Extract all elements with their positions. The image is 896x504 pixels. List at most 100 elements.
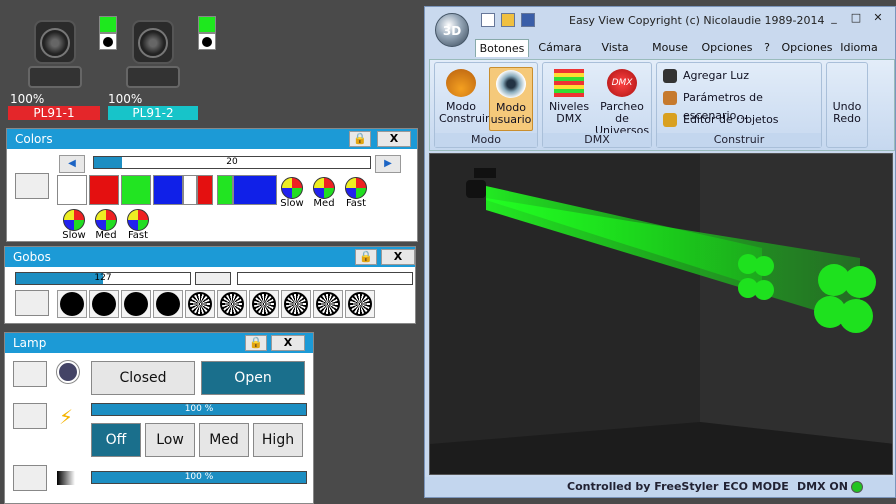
effect-slow-button-2[interactable]: Slow: [59, 209, 89, 241]
color-swatch[interactable]: [57, 175, 87, 205]
parcheo-universos-button[interactable]: DMX Parcheo de Universos: [595, 67, 649, 137]
fade-toggle-button[interactable]: [13, 465, 47, 491]
color-swatch[interactable]: [89, 175, 119, 205]
gobos-toggle-button[interactable]: [15, 290, 49, 316]
gobo-button[interactable]: [89, 290, 119, 318]
gobo-icon: [124, 292, 148, 316]
lock-icon[interactable]: 🔒: [355, 249, 377, 265]
effect-med-button[interactable]: Med: [309, 177, 339, 209]
gobo-button[interactable]: [185, 290, 215, 318]
colors-panel-titlebar[interactable]: Colors 🔒 X: [7, 129, 417, 149]
lamp-panel-titlebar[interactable]: Lamp 🔒 X: [5, 333, 313, 353]
app-orb-button[interactable]: 3D: [435, 13, 469, 47]
dimmer-toggle-button[interactable]: [13, 403, 47, 429]
close-button[interactable]: X: [381, 249, 415, 265]
slider-left-button[interactable]: ◀: [59, 155, 85, 173]
gobo-button[interactable]: [217, 290, 247, 318]
lock-icon[interactable]: 🔒: [349, 131, 371, 147]
gobo-button[interactable]: [249, 290, 279, 318]
eye-icon: [496, 70, 526, 98]
gobo-icon: [220, 292, 244, 316]
help-menu[interactable]: ?: [759, 39, 775, 57]
gobo-button[interactable]: [57, 290, 87, 318]
fixture-2-label[interactable]: PL91-2: [108, 106, 198, 120]
closed-button[interactable]: Closed: [91, 361, 195, 395]
color-swatch[interactable]: [121, 175, 151, 205]
lock-icon[interactable]: 🔒: [245, 335, 267, 351]
shutter-toggle-button[interactable]: [13, 361, 47, 387]
level-off-button[interactable]: Off: [91, 423, 141, 457]
level-high-button[interactable]: High: [253, 423, 303, 457]
tab-mouse[interactable]: Mouse: [647, 39, 693, 57]
gobo-icon: [156, 292, 180, 316]
gobo-icon: [252, 292, 276, 316]
gobo-icon: [284, 292, 308, 316]
group-modo: Modo Construir Modo usuario Modo: [434, 62, 538, 148]
fixture-2-intensity: 100%: [108, 92, 143, 106]
parametros-escenario-button[interactable]: Parámetros de escenario…: [663, 89, 821, 122]
colors-slider[interactable]: 20: [93, 156, 371, 169]
fixture-1-label[interactable]: PL91-1: [8, 106, 100, 120]
color-swatch[interactable]: [153, 175, 183, 205]
gobo-button[interactable]: [281, 290, 311, 318]
gobos-slider-rotation[interactable]: [237, 272, 413, 285]
status-dmx[interactable]: DMX ON: [797, 477, 848, 497]
minimize-button[interactable]: _: [825, 11, 843, 25]
status-controlled: Controlled by FreeStyler: [567, 480, 719, 493]
color-swatch[interactable]: [233, 175, 277, 205]
colors-toggle-button[interactable]: [15, 173, 49, 199]
effect-fast-button-2[interactable]: Fast: [123, 209, 153, 241]
colors-panel: Colors 🔒 X ◀ 20 ▶ Slow Med Fast Slow Med…: [6, 128, 418, 242]
status-eco-mode[interactable]: ECO MODE: [723, 477, 789, 497]
objects-icon: [663, 113, 677, 127]
group-label-dmx: DMX: [543, 133, 651, 147]
level-med-button[interactable]: Med: [199, 423, 249, 457]
gobo-button[interactable]: [313, 290, 343, 318]
effect-slow-button[interactable]: Slow: [277, 177, 307, 209]
gobos-slider[interactable]: 127: [15, 272, 191, 285]
tab-camara[interactable]: Cámara: [535, 39, 585, 57]
effect-fast-button[interactable]: Fast: [341, 177, 371, 209]
gobo-button[interactable]: [345, 290, 375, 318]
open-button[interactable]: Open: [201, 361, 305, 395]
save-icon[interactable]: [521, 13, 535, 27]
fade-slider[interactable]: 100 %: [91, 471, 307, 484]
stage-icon: [663, 91, 677, 105]
gobo-button[interactable]: [153, 290, 183, 318]
close-window-button[interactable]: ✕: [869, 11, 887, 25]
level-low-button[interactable]: Low: [145, 423, 195, 457]
modo-usuario-button[interactable]: Modo usuario: [489, 67, 533, 131]
gobos-slider-aux[interactable]: [195, 272, 231, 285]
color-swatch[interactable]: [183, 175, 197, 205]
opciones-menu[interactable]: Opciones: [779, 39, 835, 57]
fixture-pl91-2[interactable]: [108, 12, 208, 92]
tab-vista[interactable]: Vista: [593, 39, 637, 57]
dimmer-slider[interactable]: 100 %: [91, 403, 307, 416]
fixture-pl91-1[interactable]: [10, 12, 110, 92]
gobo-icon: [92, 292, 116, 316]
editor-objetos-button[interactable]: Editor de Objetos simples: [663, 111, 821, 144]
close-button[interactable]: X: [377, 131, 411, 147]
hardhat-icon: [446, 69, 476, 97]
color-swatch[interactable]: [197, 175, 213, 205]
new-file-icon[interactable]: [481, 13, 495, 27]
tab-botones[interactable]: Botones e: [475, 39, 529, 73]
undo-redo-button[interactable]: Undo Redo: [827, 101, 867, 131]
maximize-button[interactable]: □: [847, 11, 865, 25]
niveles-dmx-button[interactable]: Niveles DMX: [547, 67, 591, 131]
effect-med-button-2[interactable]: Med: [91, 209, 121, 241]
idioma-menu[interactable]: Idioma: [839, 39, 879, 57]
open-folder-icon[interactable]: [501, 13, 515, 27]
color-swatch[interactable]: [217, 175, 233, 205]
modo-construir-button[interactable]: Modo Construir: [439, 67, 490, 131]
easy-view-window: 3D Easy View Copyright (c) Nicolaudie 19…: [424, 6, 896, 498]
gobos-panel-titlebar[interactable]: Gobos 🔒 X: [5, 247, 415, 267]
3d-view[interactable]: [429, 153, 893, 475]
slider-right-button[interactable]: ▶: [375, 155, 401, 173]
gobo-button[interactable]: [121, 290, 151, 318]
close-button[interactable]: X: [271, 335, 305, 351]
fixture-2-status-switch[interactable]: [198, 16, 216, 50]
tab-opciones[interactable]: Opciones: [699, 39, 755, 57]
gobo-icon: [348, 292, 372, 316]
agregar-luz-button[interactable]: Agregar Luz: [663, 67, 749, 85]
